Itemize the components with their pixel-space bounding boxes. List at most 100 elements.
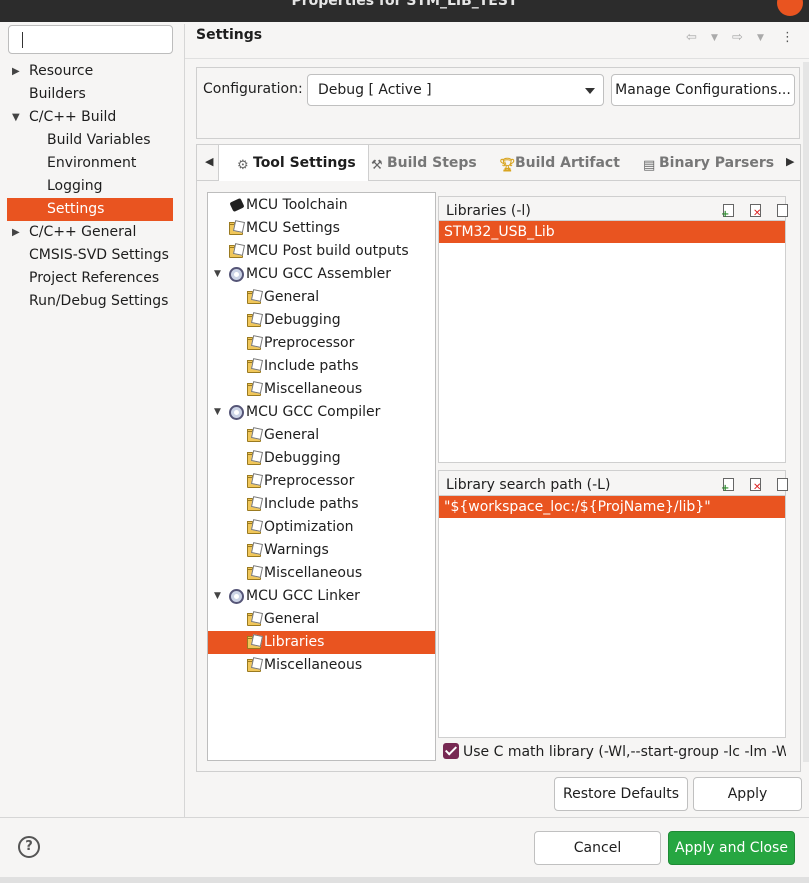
dropdown-icon[interactable]: ▼ — [757, 33, 764, 43]
delete-icon[interactable]: ✕ — [748, 477, 764, 493]
manage-configurations-button[interactable]: Manage Configurations... — [611, 74, 795, 106]
folder-icon — [247, 381, 264, 397]
tree-item-label: General — [264, 427, 320, 443]
nav-item-c-c-general[interactable]: ▶ C/C++ General — [0, 221, 176, 244]
list-item[interactable]: STM32_USB_Lib — [439, 221, 785, 243]
chevron-down-icon[interactable]: ▼ — [214, 401, 221, 424]
tab-scroll-right-icon[interactable]: ▶ — [786, 155, 794, 168]
folder-icon — [229, 243, 246, 259]
tab-build-steps[interactable]: ⚒ Build Steps — [371, 145, 477, 181]
chevron-down-icon[interactable]: ▼ — [214, 263, 221, 286]
nav-item-run-debug-settings[interactable]: Run/Debug Settings — [0, 290, 176, 313]
nav-item-label: Run/Debug Settings — [29, 293, 169, 309]
nav-item-label: Build Variables — [47, 132, 151, 148]
nav-item-logging[interactable]: Logging — [0, 175, 176, 198]
tree-item[interactable]: MCU Toolchain — [208, 194, 435, 217]
chevron-right-icon[interactable]: ▶ — [12, 60, 20, 83]
tab-label: Tool Settings — [253, 155, 356, 171]
nav-item-label: Resource — [29, 63, 94, 79]
window-close-button[interactable] — [777, 0, 803, 16]
tree-item[interactable]: MCU Settings — [208, 217, 435, 240]
tab-scroll-left-icon[interactable]: ◀ — [205, 155, 213, 168]
tree-item-label: Preprocessor — [264, 473, 355, 489]
nav-item-build-variables[interactable]: Build Variables — [0, 129, 176, 152]
nav-item-label: Logging — [47, 178, 103, 194]
tree-item-label: MCU GCC Compiler — [246, 404, 381, 420]
window-title: Properties for STM_LIB_TEST — [291, 0, 518, 9]
tree-item[interactable]: Preprocessor — [208, 332, 435, 355]
vertical-scrollbar[interactable] — [803, 62, 809, 762]
nav-item-label: CMSIS-SVD Settings — [29, 247, 169, 263]
nav-item-environment[interactable]: Environment — [0, 152, 176, 175]
chevron-down-icon[interactable]: ▼ — [214, 585, 221, 608]
nav-item-label: C/C++ General — [29, 224, 137, 240]
tree-item[interactable]: Warnings — [208, 539, 435, 562]
tree-item[interactable]: Miscellaneous — [208, 654, 435, 677]
tree-item[interactable]: Debugging — [208, 447, 435, 470]
tab-strip: ◀ ⚙ Tool Settings ⚒ Build Steps 🏆︎Build Ar… — [197, 145, 800, 181]
edit-icon[interactable] — [775, 477, 791, 493]
apply-button[interactable]: Apply — [693, 777, 802, 811]
nav-sash[interactable] — [184, 24, 185, 817]
tree-item[interactable]: Miscellaneous — [208, 378, 435, 401]
tree-item-label: Debugging — [264, 312, 341, 328]
nav-item-c-c-build[interactable]: ▼ C/C++ Build — [0, 106, 176, 129]
more-vertical-icon[interactable]: ⋮ — [781, 30, 794, 45]
tab-tool-settings[interactable]: ⚙ Tool Settings — [218, 145, 369, 181]
tree-item[interactable]: General — [208, 286, 435, 309]
add-icon[interactable]: + — [721, 477, 737, 494]
math-library-checkbox[interactable] — [443, 743, 459, 759]
tree-item[interactable]: ▼ MCU GCC Linker — [208, 585, 435, 608]
nav-item-label: Builders — [29, 86, 86, 102]
add-icon[interactable]: + — [721, 203, 737, 220]
tree-item[interactable]: Optimization — [208, 516, 435, 539]
dialog-footer-divider — [0, 817, 809, 818]
tree-item[interactable]: ▼ MCU GCC Compiler — [208, 401, 435, 424]
tab-binary-parsers[interactable]: ▤ Binary Parsers — [643, 145, 774, 181]
restore-defaults-button[interactable]: Restore Defaults — [554, 777, 688, 811]
library-paths-list: "${workspace_loc:/${ProjName}/lib}" — [439, 495, 785, 737]
tree-item[interactable]: ▼ MCU GCC Assembler — [208, 263, 435, 286]
folder-icon — [247, 289, 264, 305]
math-library-option[interactable]: Use C math library (-Wl,--start-group -l… — [443, 741, 786, 763]
chevron-right-icon[interactable]: ▶ — [12, 221, 20, 244]
edit-icon[interactable] — [775, 203, 791, 219]
nav-item-settings[interactable]: Settings — [7, 198, 173, 221]
folder-icon — [247, 519, 264, 535]
tree-item[interactable]: MCU Post build outputs — [208, 240, 435, 263]
tree-item[interactable]: General — [208, 608, 435, 631]
gear-icon — [229, 267, 245, 282]
background-window-strip — [0, 877, 809, 883]
folder-icon — [247, 427, 264, 443]
chevron-down-icon[interactable]: ▼ — [12, 106, 20, 129]
nav-item-label: Environment — [47, 155, 137, 171]
filter-input[interactable] — [8, 25, 173, 54]
nav-item-cmsis-svd-settings[interactable]: CMSIS-SVD Settings — [0, 244, 176, 267]
cancel-button[interactable]: Cancel — [534, 831, 661, 865]
tree-item[interactable]: Miscellaneous — [208, 562, 435, 585]
dropdown-icon[interactable]: ▼ — [711, 33, 718, 43]
forward-arrow-icon[interactable]: ⇨ — [732, 30, 743, 45]
tree-item[interactable]: Include paths — [208, 493, 435, 516]
library-paths-group: Library search path (-L) + ✕ "${workspac… — [438, 470, 788, 738]
tree-item-label: MCU Post build outputs — [246, 243, 409, 259]
tree-item[interactable]: Libraries — [208, 631, 435, 654]
apply-and-close-button[interactable]: Apply and Close — [668, 831, 795, 865]
delete-icon[interactable]: ✕ — [748, 203, 764, 219]
tree-item[interactable]: Preprocessor — [208, 470, 435, 493]
nav-item-builders[interactable]: Builders — [0, 83, 176, 106]
list-item[interactable]: "${workspace_loc:/${ProjName}/lib}" — [439, 496, 785, 518]
tree-item[interactable]: General — [208, 424, 435, 447]
nav-item-project-references[interactable]: Project References — [0, 267, 176, 290]
back-arrow-icon[interactable]: ⇦ — [686, 30, 697, 45]
tree-item[interactable]: Debugging — [208, 309, 435, 332]
configuration-select[interactable]: Debug [ Active ] — [307, 74, 604, 106]
folder-icon — [247, 565, 264, 581]
tree-item-label: Include paths — [264, 358, 359, 374]
tree-item[interactable]: Include paths — [208, 355, 435, 378]
help-icon[interactable]: ? — [18, 836, 40, 858]
chip-icon — [229, 197, 245, 213]
tab-build-artifact[interactable]: 🏆︎Build Artifact — [499, 145, 620, 181]
nav-item-resource[interactable]: ▶ Resource — [0, 60, 176, 83]
libraries-group: Libraries (-l) + ✕ STM32_USB_Lib — [438, 196, 788, 463]
